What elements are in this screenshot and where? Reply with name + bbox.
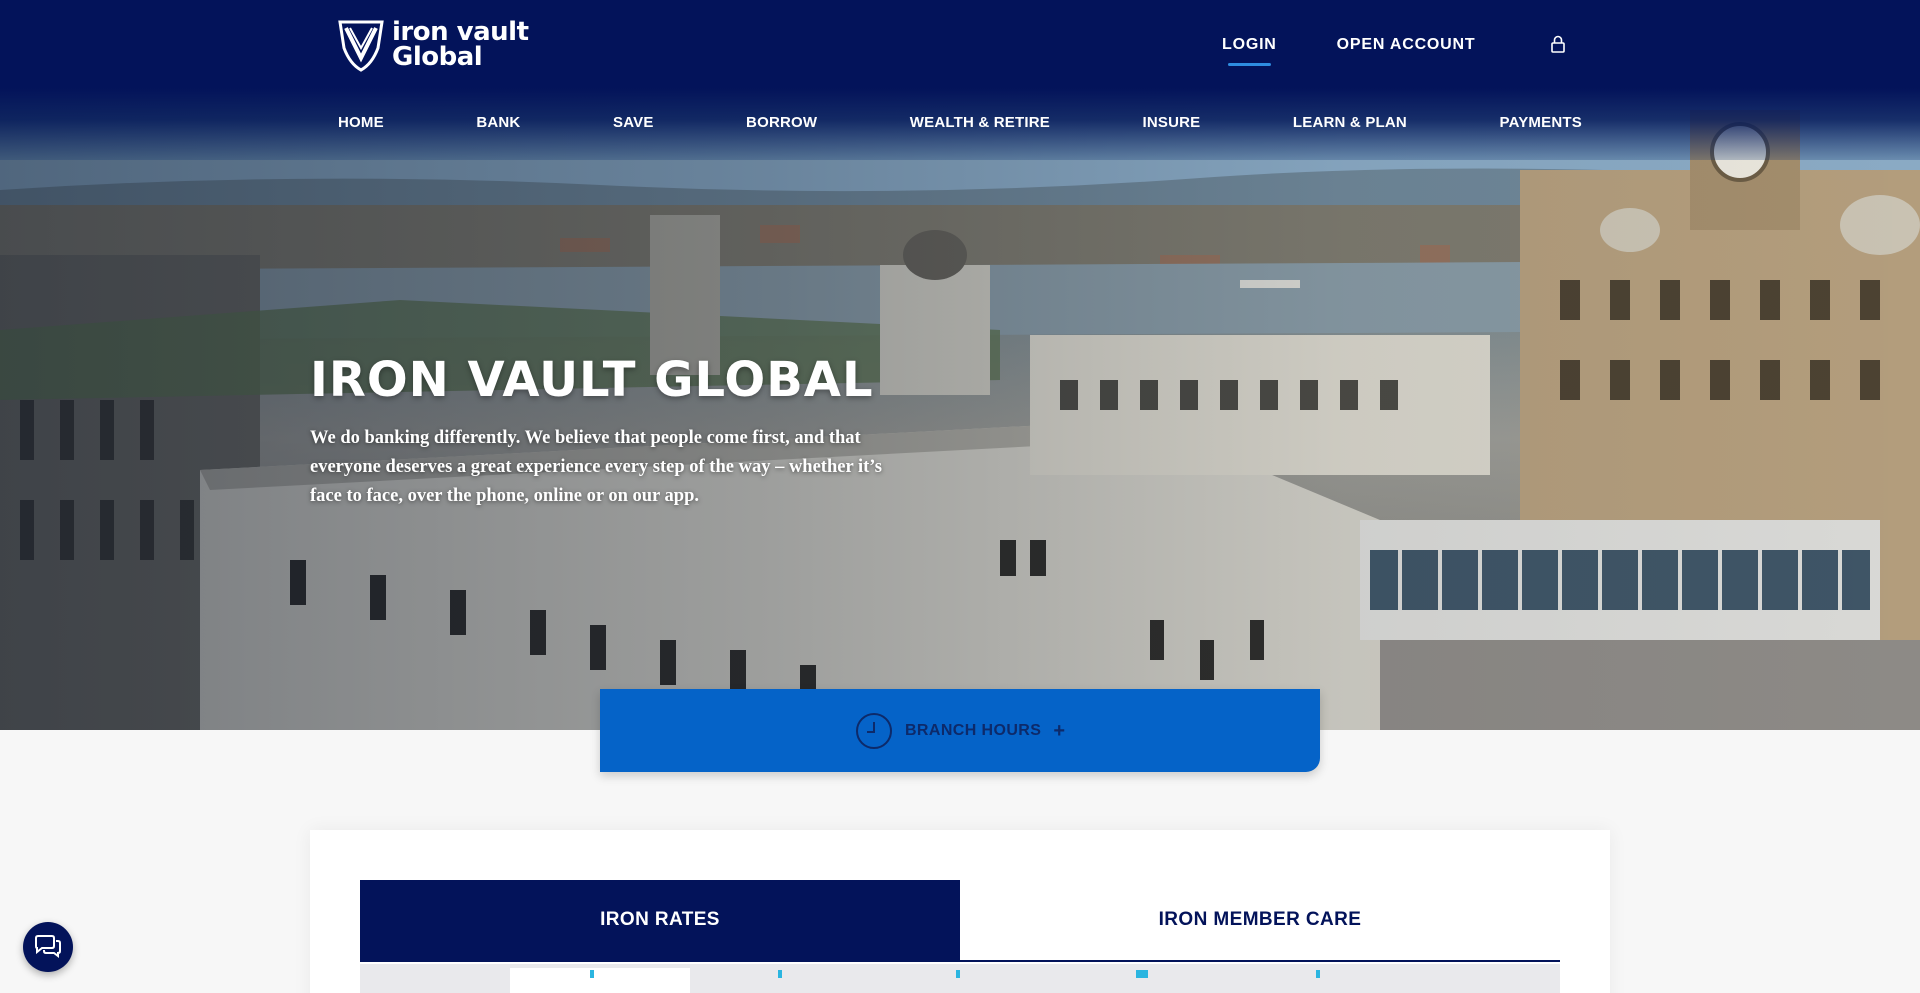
branch-hours-toggle[interactable]: BRANCH HOURS + [600, 689, 1320, 772]
hero-description: We do banking differently. We believe th… [310, 428, 882, 506]
rate-tab-marker [590, 970, 594, 978]
hero-title: IRON VAULT GLOBAL [310, 352, 874, 408]
tab-iron-rates[interactable]: IRON RATES [360, 880, 960, 960]
rate-tab-marker [1316, 970, 1320, 978]
nav-save[interactable]: SAVE [613, 114, 654, 131]
nav-home[interactable]: HOME [338, 114, 384, 131]
nav-insure[interactable]: INSURE [1143, 114, 1201, 131]
plus-icon: + [1053, 719, 1066, 742]
rate-tab-marker [1136, 970, 1148, 978]
account-links: LOGIN OPEN ACCOUNT [1222, 36, 1476, 66]
lock-icon[interactable] [1548, 34, 1568, 54]
rate-tab-marker [778, 970, 782, 978]
nav-bank[interactable]: BANK [476, 114, 520, 131]
chat-icon [35, 935, 61, 958]
shield-logo-icon [338, 20, 384, 72]
chat-button[interactable] [23, 922, 73, 972]
main-navigation: HOME BANK SAVE BORROW WEALTH & RETIRE IN… [338, 114, 1582, 131]
site-header: iron vault Global LOGIN OPEN ACCOUNT HOM… [0, 0, 1920, 160]
brand-name-line2: Global [392, 42, 483, 72]
info-card: IRON RATES IRON MEMBER CARE [310, 830, 1610, 993]
nav-payments[interactable]: PAYMENTS [1499, 114, 1581, 131]
branch-hours-label: BRANCH HOURS [904, 721, 1042, 739]
rate-tab-marker [956, 970, 960, 978]
nav-wealth-retire[interactable]: WEALTH & RETIRE [910, 114, 1050, 131]
open-account-link[interactable]: OPEN ACCOUNT [1337, 36, 1476, 54]
login-link[interactable]: LOGIN [1222, 36, 1277, 66]
nav-borrow[interactable]: BORROW [746, 114, 817, 131]
tab-iron-member-care[interactable]: IRON MEMBER CARE [960, 880, 1560, 960]
clock-icon [855, 712, 892, 749]
nav-learn-plan[interactable]: LEARN & PLAN [1293, 114, 1407, 131]
tab-content-panel [360, 964, 1560, 993]
brand-wordmark: iron vault Global [392, 19, 529, 72]
brand-logo[interactable]: iron vault Global [336, 18, 529, 72]
rate-selector-chip[interactable] [510, 968, 690, 993]
tab-bar: IRON RATES IRON MEMBER CARE [360, 880, 1560, 962]
